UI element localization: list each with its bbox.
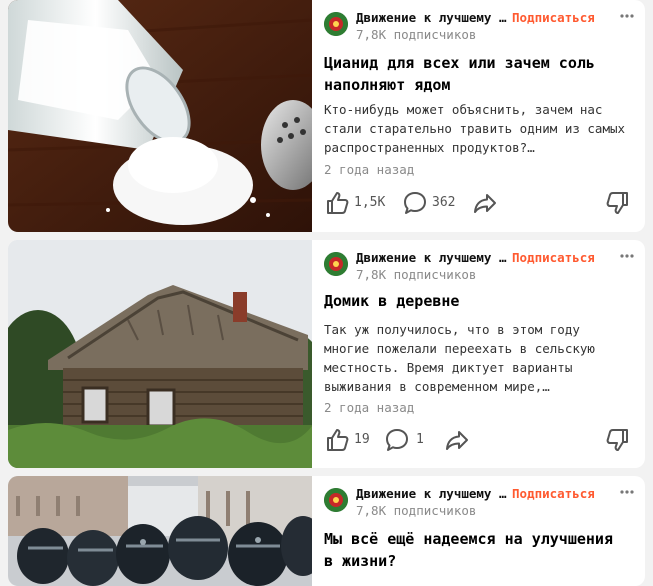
article-card[interactable]: Движение к лучшему мира Подписаться 7,8K… [8, 240, 645, 468]
like-button[interactable]: 19 [324, 427, 370, 453]
thumb-down-icon [606, 192, 628, 214]
article-actions: 19 1 [324, 427, 635, 453]
channel-name[interactable]: Движение к лучшему мира [356, 486, 508, 501]
more-dots-icon[interactable] [619, 488, 635, 502]
like-count: 19 [354, 432, 370, 447]
article-title[interactable]: Мы всё ещё надеемся на улучшения в жизни… [324, 528, 631, 572]
channel-name[interactable]: Движение к лучшему мира [356, 250, 508, 265]
comment-count: 1 [416, 432, 424, 447]
share-arrow-icon [446, 431, 468, 450]
article-snippet[interactable]: Кто-нибудь может объяснить, зачем нас ст… [324, 100, 627, 157]
like-button[interactable]: 1,5K [324, 190, 385, 216]
subscribe-button[interactable]: Подписаться [512, 10, 595, 25]
subscribe-button[interactable]: Подписаться [512, 486, 595, 501]
channel-header: Движение к лучшему мира Подписаться 7,8K… [324, 486, 635, 520]
dislike-button[interactable] [605, 190, 631, 216]
article-thumbnail-salt[interactable] [8, 0, 312, 232]
article-content: Движение к лучшему мира Подписаться 7,8K… [324, 0, 635, 232]
article-title[interactable]: Цианид для всех или зачем соль наполняют… [324, 52, 631, 96]
more-dots-icon[interactable] [619, 12, 635, 26]
article-thumbnail-house[interactable] [8, 240, 312, 468]
comment-button[interactable]: 1 [384, 427, 424, 453]
like-count: 1,5K [354, 195, 386, 210]
article-card[interactable]: Движение к лучшему мира Подписаться 7,8K… [8, 476, 645, 586]
more-dots-icon[interactable] [619, 252, 635, 266]
comment-count: 362 [432, 195, 456, 210]
subscriber-count: 7,8K подписчиков [356, 267, 477, 282]
dislike-button[interactable] [605, 427, 631, 453]
feed: Движение к лучшему мира Подписаться 7,8K… [0, 0, 653, 586]
channel-avatar[interactable] [324, 12, 348, 36]
article-snippet[interactable]: Так уж получилось, что в этом году многи… [324, 320, 627, 396]
comment-button[interactable]: 362 [402, 190, 455, 216]
thumb-up-icon [327, 192, 349, 214]
subscriber-count: 7,8K подписчиков [356, 503, 477, 518]
comment-bubble-icon [386, 429, 408, 451]
article-actions: 1,5K 362 [324, 190, 635, 216]
article-content: Движение к лучшему мира Подписаться 7,8K… [324, 240, 635, 468]
article-title[interactable]: Домик в деревне [324, 290, 631, 312]
article-thumbnail-police[interactable] [8, 476, 312, 586]
channel-avatar[interactable] [324, 488, 348, 512]
share-button[interactable] [444, 427, 470, 453]
channel-avatar[interactable] [324, 252, 348, 276]
channel-name[interactable]: Движение к лучшему мира [356, 10, 508, 25]
thumb-up-icon [327, 429, 349, 451]
publish-date: 2 года назад [324, 400, 415, 415]
thumb-down-icon [606, 429, 628, 451]
channel-header: Движение к лучшему мира Подписаться 7,8K… [324, 250, 635, 284]
publish-date: 2 года назад [324, 162, 415, 177]
subscriber-count: 7,8K подписчиков [356, 27, 477, 42]
subscribe-button[interactable]: Подписаться [512, 250, 595, 265]
share-button[interactable] [472, 190, 498, 216]
article-card[interactable]: Движение к лучшему мира Подписаться 7,8K… [8, 0, 645, 232]
share-arrow-icon [474, 194, 496, 213]
article-content: Движение к лучшему мира Подписаться 7,8K… [324, 476, 635, 586]
channel-header: Движение к лучшему мира Подписаться 7,8K… [324, 10, 635, 44]
comment-bubble-icon [404, 192, 426, 214]
